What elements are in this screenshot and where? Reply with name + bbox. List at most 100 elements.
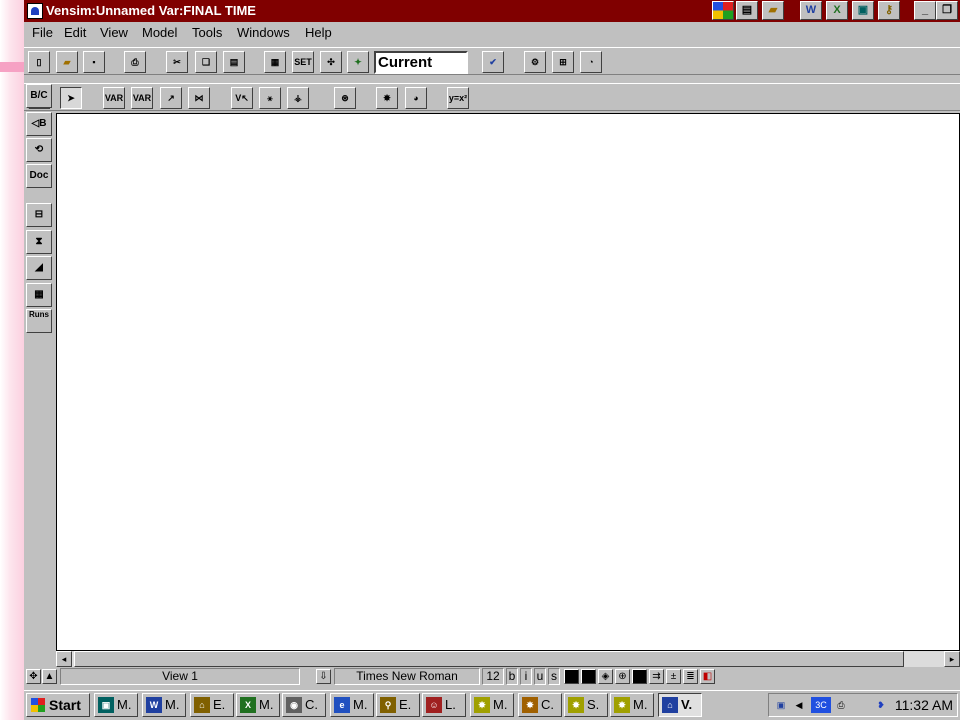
view-field[interactable]: View 1: [60, 668, 300, 685]
table-icon[interactable]: ▦: [26, 283, 52, 307]
print-icon[interactable]: ⎙: [124, 51, 146, 73]
start-button[interactable]: Start: [26, 693, 90, 717]
document-icon[interactable]: Doc: [26, 164, 52, 188]
position-icon[interactable]: ⊕: [615, 669, 630, 684]
text-color-icon[interactable]: [564, 669, 579, 684]
bar-graph-icon[interactable]: ◢: [26, 256, 52, 280]
paste-icon[interactable]: ▤: [223, 51, 245, 73]
open-icon[interactable]: ▰: [56, 51, 78, 73]
volume-icon[interactable]: ◀: [791, 697, 807, 713]
check-icon[interactable]: ✔: [482, 51, 504, 73]
task-button[interactable]: ✸ S.: [564, 693, 608, 717]
scroll-left-icon[interactable]: ◂: [56, 651, 72, 667]
minimize-button[interactable]: _: [914, 1, 936, 20]
3com-icon[interactable]: 3C: [811, 697, 831, 713]
line-color-icon[interactable]: [632, 669, 647, 684]
run-name-field[interactable]: Current: [374, 51, 468, 74]
task-button[interactable]: ◉ C.: [282, 693, 326, 717]
new-icon[interactable]: ▯: [28, 51, 50, 73]
task-button[interactable]: ⚲ E.: [376, 693, 420, 717]
box-variable-icon[interactable]: VAR: [131, 87, 153, 109]
view-up-icon[interactable]: ▲: [42, 669, 57, 684]
task-button[interactable]: ✸ C.: [518, 693, 562, 717]
reality-check-icon[interactable]: ⚙: [524, 51, 546, 73]
italic-toggle[interactable]: i: [520, 668, 532, 685]
color-style-icon[interactable]: ◧: [700, 669, 715, 684]
unhide-icon[interactable]: ⊛: [334, 87, 356, 109]
cut-icon[interactable]: ✂: [166, 51, 188, 73]
task-button[interactable]: ☺ L.: [422, 693, 466, 717]
underline-toggle[interactable]: u: [534, 668, 546, 685]
set-icon[interactable]: SET: [292, 51, 314, 73]
arrow-style-icon[interactable]: ⇉: [649, 669, 664, 684]
menu-help[interactable]: Help: [305, 25, 332, 40]
pointer-icon[interactable]: ➤: [60, 87, 82, 109]
copy-icon[interactable]: ❏: [195, 51, 217, 73]
view-prev-icon[interactable]: ✥: [26, 669, 41, 684]
shadow-variable-icon[interactable]: V↖: [231, 87, 253, 109]
strike-toggle[interactable]: s: [548, 668, 560, 685]
task-button[interactable]: ▣ M.: [94, 693, 138, 717]
word-shortcut-icon[interactable]: W: [800, 1, 822, 20]
menu-model[interactable]: Model: [142, 25, 177, 40]
variable-icon[interactable]: VAR: [103, 87, 125, 109]
delete-icon[interactable]: ◕: [405, 87, 427, 109]
folder-shortcut-icon[interactable]: ▰: [762, 1, 784, 20]
sketch-canvas[interactable]: [56, 113, 960, 651]
powerpoint-shortcut-icon[interactable]: ▣: [852, 1, 874, 20]
uses-tree-icon[interactable]: ◁B: [26, 112, 52, 136]
task-button[interactable]: W M.: [142, 693, 186, 717]
excel-shortcut-icon[interactable]: X: [826, 1, 848, 20]
sketch-comment-icon[interactable]: ⚶: [287, 87, 309, 109]
slide-accent-bar: [0, 62, 24, 72]
menu-view[interactable]: View: [100, 25, 128, 40]
find-icon: ⚲: [380, 697, 396, 713]
task-label: E.: [213, 697, 226, 712]
causes-tree-icon[interactable]: B/C: [26, 84, 52, 108]
menu-file[interactable]: File: [32, 25, 53, 40]
number-format-icon[interactable]: ±: [666, 669, 681, 684]
task-button[interactable]: e M.: [330, 693, 374, 717]
printer-tray-icon[interactable]: ⎙: [833, 697, 849, 713]
font-size-field[interactable]: 12: [482, 668, 504, 685]
view-down-icon[interactable]: ⇩: [316, 669, 331, 684]
messenger-icon[interactable]: ❥: [873, 697, 889, 713]
task-button[interactable]: ✸ M.: [610, 693, 654, 717]
loops-icon[interactable]: ⟲: [26, 138, 52, 162]
runs-compare-icon[interactable]: Runs: [26, 309, 52, 333]
causes-strip-icon[interactable]: ⊟: [26, 203, 52, 227]
task-button[interactable]: ✸ M.: [470, 693, 514, 717]
control-panel-icon[interactable]: ▦: [264, 51, 286, 73]
input-output-icon[interactable]: ⚹: [259, 87, 281, 109]
equations-icon[interactable]: y=x²: [447, 87, 469, 109]
synthesim-icon[interactable]: ✣: [320, 51, 342, 73]
menu-tools[interactable]: Tools: [192, 25, 222, 40]
shape-icon[interactable]: ◈: [598, 669, 613, 684]
font-field[interactable]: Times New Roman: [334, 668, 480, 685]
key-shortcut-icon[interactable]: ⚷: [878, 1, 900, 20]
task-button[interactable]: X M.: [236, 693, 280, 717]
hide-icon[interactable]: ✸: [376, 87, 398, 109]
office-shortcut-icon[interactable]: [712, 1, 734, 20]
run-icon[interactable]: ✦: [347, 51, 369, 73]
restore-button[interactable]: ❐: [936, 1, 958, 20]
arrow-icon[interactable]: ↗: [160, 87, 182, 109]
menu-windows[interactable]: Windows: [237, 25, 290, 40]
scroll-thumb[interactable]: [74, 651, 904, 667]
vensim-app-icon[interactable]: [27, 3, 43, 19]
save-icon[interactable]: ▪: [83, 51, 105, 73]
task-button-active[interactable]: ⌂ V.: [658, 693, 702, 717]
scroll-right-icon[interactable]: ▸: [944, 651, 960, 667]
model-check-icon[interactable]: ⊞: [552, 51, 574, 73]
graph-icon[interactable]: ⧗: [26, 230, 52, 254]
menu-edit[interactable]: Edit: [64, 25, 86, 40]
task-button[interactable]: ⌂ E.: [190, 693, 234, 717]
fill-color-icon[interactable]: [581, 669, 596, 684]
horizontal-scrollbar[interactable]: ◂ ▸: [56, 651, 960, 667]
bold-toggle[interactable]: b: [506, 668, 518, 685]
network-icon[interactable]: ▣: [773, 697, 789, 713]
rate-icon[interactable]: ⋈: [188, 87, 210, 109]
units-check-icon[interactable]: ◔: [580, 51, 602, 73]
notepad-shortcut-icon[interactable]: ▤: [736, 1, 758, 20]
var-style-icon[interactable]: ≣: [683, 669, 698, 684]
